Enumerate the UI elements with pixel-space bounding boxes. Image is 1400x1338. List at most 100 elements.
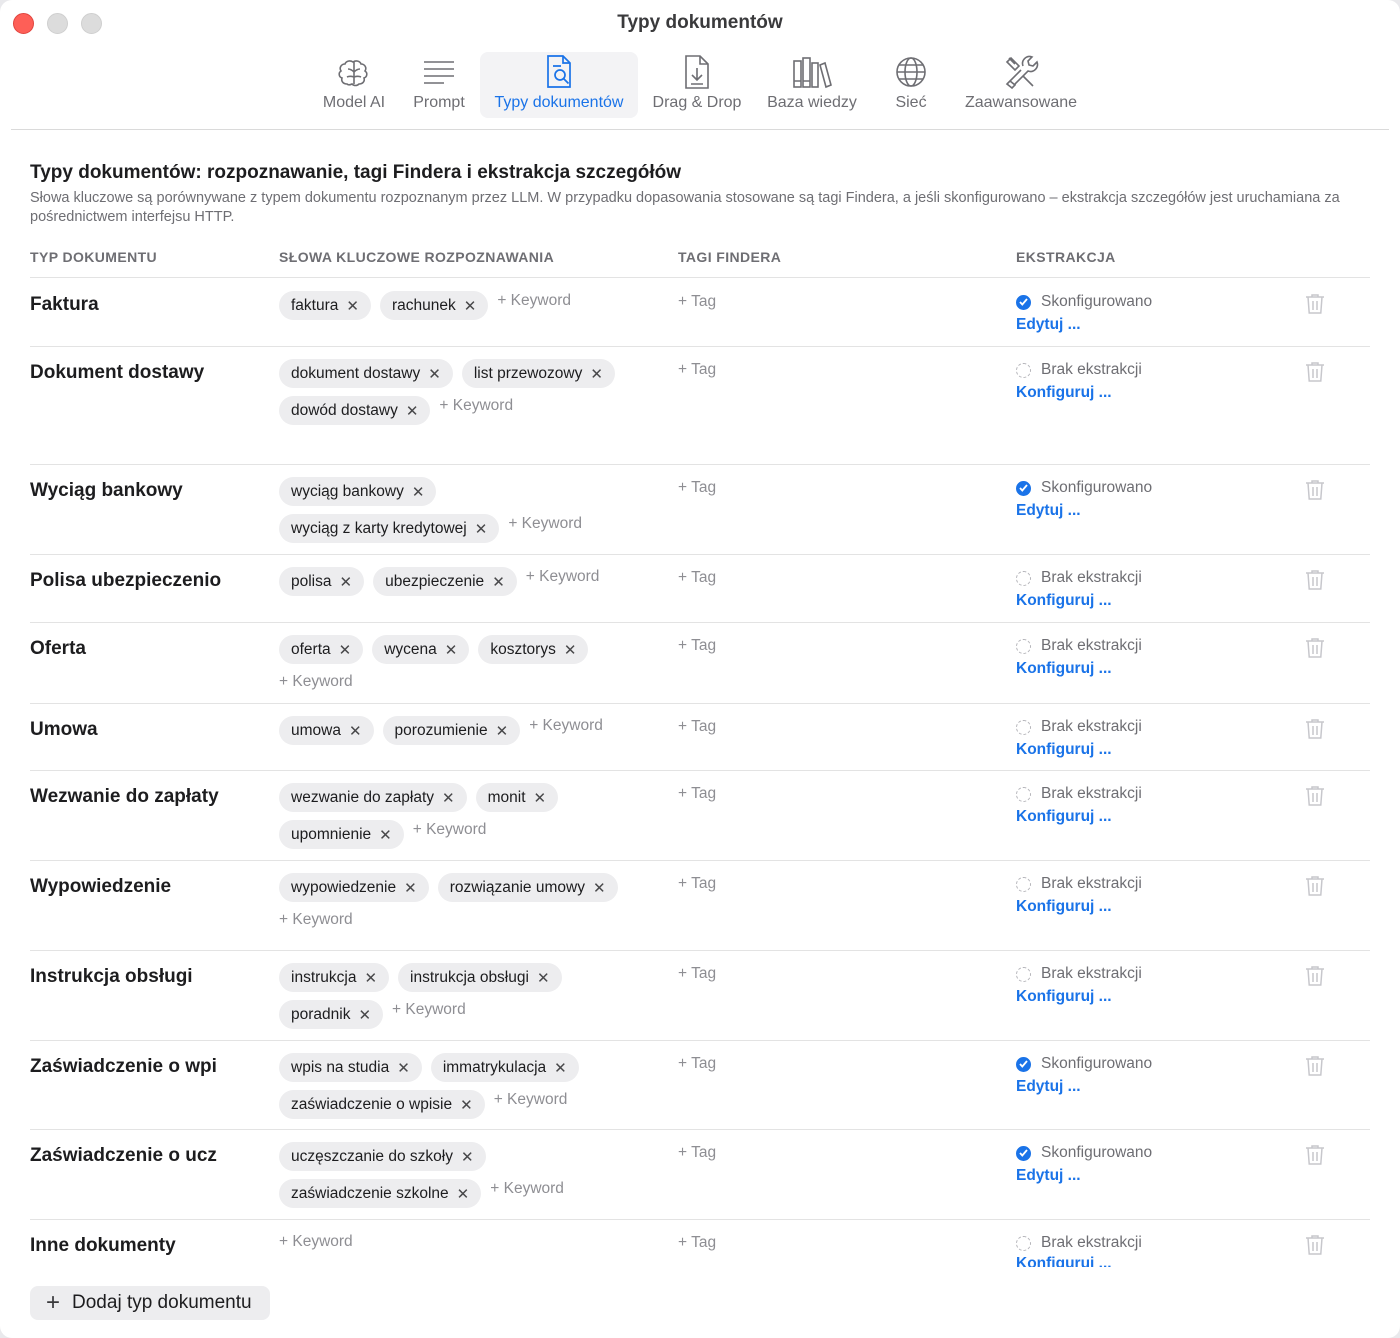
configure-extraction-link[interactable]: Konfiguruj ... xyxy=(1016,1255,1112,1267)
edit-extraction-link[interactable]: Edytuj ... xyxy=(1016,502,1081,520)
trash-icon[interactable] xyxy=(1305,361,1327,385)
add-keyword-button[interactable]: + Keyword xyxy=(439,396,513,425)
remove-keyword-icon[interactable]: ✕ xyxy=(358,1006,371,1024)
add-tag-button[interactable]: + Tag xyxy=(678,1055,716,1073)
add-keyword-button[interactable]: + Keyword xyxy=(279,910,353,939)
document-type-name[interactable]: Wyciąg bankowy xyxy=(30,480,183,502)
document-type-name[interactable]: Inne dokumenty xyxy=(30,1235,176,1257)
edit-extraction-link[interactable]: Edytuj ... xyxy=(1016,1078,1081,1096)
add-keyword-button[interactable]: + Keyword xyxy=(497,291,571,320)
configure-extraction-link[interactable]: Konfiguruj ... xyxy=(1016,660,1112,678)
document-type-name[interactable]: Faktura xyxy=(30,294,99,316)
document-type-name[interactable]: Polisa ubezpieczenio xyxy=(30,570,221,592)
add-keyword-button[interactable]: + Keyword xyxy=(494,1090,568,1119)
remove-keyword-icon[interactable]: ✕ xyxy=(397,1059,410,1077)
trash-icon[interactable] xyxy=(1305,293,1327,317)
toolbar-tab-prompt[interactable]: Prompt xyxy=(402,52,476,118)
remove-keyword-icon[interactable]: ✕ xyxy=(346,297,359,315)
remove-keyword-icon[interactable]: ✕ xyxy=(445,641,458,659)
toolbar-tab-typy-dokumentów[interactable]: Typy dokumentów xyxy=(480,52,638,118)
add-tag-button[interactable]: + Tag xyxy=(678,875,716,893)
remove-keyword-icon[interactable]: ✕ xyxy=(564,641,577,659)
remove-keyword-icon[interactable]: ✕ xyxy=(340,573,353,591)
remove-keyword-icon[interactable]: ✕ xyxy=(461,1148,474,1166)
remove-keyword-icon[interactable]: ✕ xyxy=(464,297,477,315)
add-tag-button[interactable]: + Tag xyxy=(678,569,716,587)
remove-keyword-icon[interactable]: ✕ xyxy=(428,365,441,383)
document-type-name[interactable]: Zaświadczenie o wpi xyxy=(30,1056,217,1078)
add-keyword-button[interactable]: + Keyword xyxy=(413,820,487,849)
document-type-name[interactable]: Wypowiedzenie xyxy=(30,876,171,898)
add-tag-button[interactable]: + Tag xyxy=(678,361,716,379)
add-tag-button[interactable]: + Tag xyxy=(678,1144,716,1162)
remove-keyword-icon[interactable]: ✕ xyxy=(404,879,417,897)
trash-icon[interactable] xyxy=(1305,1055,1327,1079)
remove-keyword-icon[interactable]: ✕ xyxy=(406,402,419,420)
configure-extraction-link[interactable]: Konfiguruj ... xyxy=(1016,592,1112,610)
toolbar-tab-zaawansowane[interactable]: Zaawansowane xyxy=(955,52,1087,118)
toolbar-tab-sieć[interactable]: Sieć xyxy=(880,52,942,118)
trash-icon[interactable] xyxy=(1305,479,1327,503)
remove-keyword-icon[interactable]: ✕ xyxy=(442,789,455,807)
keyword-chip-label: uczęszczanie do szkoły xyxy=(291,1147,453,1165)
add-keyword-button[interactable]: + Keyword xyxy=(279,672,353,701)
toolbar-tab-model-ai[interactable]: Model AI xyxy=(308,52,400,118)
remove-keyword-icon[interactable]: ✕ xyxy=(349,722,362,740)
keyword-chip: oferta ✕ xyxy=(279,635,364,664)
document-type-name[interactable]: Dokument dostawy xyxy=(30,362,204,384)
remove-keyword-icon[interactable]: ✕ xyxy=(534,789,547,807)
trash-icon[interactable] xyxy=(1305,637,1327,661)
document-type-name[interactable]: Instrukcja obsługi xyxy=(30,966,193,988)
remove-keyword-icon[interactable]: ✕ xyxy=(593,879,606,897)
remove-keyword-icon[interactable]: ✕ xyxy=(492,573,505,591)
add-keyword-button[interactable]: + Keyword xyxy=(526,567,600,596)
trash-icon[interactable] xyxy=(1305,785,1327,809)
table-row: Oferta oferta ✕ wycena ✕ kosztorys ✕ + Keyword +… xyxy=(30,623,1370,704)
remove-keyword-icon[interactable]: ✕ xyxy=(590,365,603,383)
edit-extraction-link[interactable]: Edytuj ... xyxy=(1016,1167,1081,1185)
document-type-name[interactable]: Umowa xyxy=(30,719,98,741)
add-tag-button[interactable]: + Tag xyxy=(678,718,716,736)
trash-icon[interactable] xyxy=(1305,875,1327,899)
configure-extraction-link[interactable]: Konfiguruj ... xyxy=(1016,988,1112,1006)
configure-extraction-link[interactable]: Konfiguruj ... xyxy=(1016,808,1112,826)
add-keyword-button[interactable]: + Keyword xyxy=(529,716,603,745)
remove-keyword-icon[interactable]: ✕ xyxy=(554,1059,567,1077)
add-document-type-button[interactable]: + Dodaj typ dokumentu xyxy=(30,1286,270,1320)
trash-icon[interactable] xyxy=(1305,1234,1327,1258)
trash-icon[interactable] xyxy=(1305,569,1327,593)
toolbar-tab-drag-drop[interactable]: Drag & Drop xyxy=(643,52,751,118)
add-tag-button[interactable]: + Tag xyxy=(678,1234,716,1252)
trash-icon[interactable] xyxy=(1305,718,1327,742)
add-keyword-button[interactable]: + Keyword xyxy=(508,514,582,543)
remove-keyword-icon[interactable]: ✕ xyxy=(475,520,488,538)
add-tag-button[interactable]: + Tag xyxy=(678,637,716,655)
add-tag-button[interactable]: + Tag xyxy=(678,479,716,497)
edit-extraction-link[interactable]: Edytuj ... xyxy=(1016,316,1081,334)
remove-keyword-icon[interactable]: ✕ xyxy=(496,722,509,740)
add-keyword-button[interactable]: + Keyword xyxy=(279,1232,353,1261)
document-type-name[interactable]: Wezwanie do zapłaty xyxy=(30,786,219,808)
configure-extraction-link[interactable]: Konfiguruj ... xyxy=(1016,384,1112,402)
trash-icon[interactable] xyxy=(1305,965,1327,989)
add-tag-button[interactable]: + Tag xyxy=(678,785,716,803)
document-type-name[interactable]: Oferta xyxy=(30,638,86,660)
add-tag-button[interactable]: + Tag xyxy=(678,293,716,311)
remove-keyword-icon[interactable]: ✕ xyxy=(379,826,392,844)
trash-icon[interactable] xyxy=(1305,1144,1327,1168)
toolbar-tab-baza-wiedzy[interactable]: Baza wiedzy xyxy=(757,52,867,118)
remove-keyword-icon[interactable]: ✕ xyxy=(460,1096,473,1114)
table-row: Umowa umowa ✕ porozumienie ✕ + Keyword + Tag Br… xyxy=(30,704,1370,771)
remove-keyword-icon[interactable]: ✕ xyxy=(412,483,425,501)
remove-keyword-icon[interactable]: ✕ xyxy=(537,969,550,987)
remove-keyword-icon[interactable]: ✕ xyxy=(457,1185,470,1203)
add-keyword-button[interactable]: + Keyword xyxy=(392,1000,466,1029)
document-type-name[interactable]: Zaświadczenie o ucz xyxy=(30,1145,217,1167)
keyword-chip-label: wpis na studia xyxy=(291,1058,390,1076)
add-keyword-button[interactable]: + Keyword xyxy=(490,1179,564,1208)
remove-keyword-icon[interactable]: ✕ xyxy=(364,969,377,987)
remove-keyword-icon[interactable]: ✕ xyxy=(339,641,352,659)
configure-extraction-link[interactable]: Konfiguruj ... xyxy=(1016,741,1112,759)
configure-extraction-link[interactable]: Konfiguruj ... xyxy=(1016,898,1112,916)
add-tag-button[interactable]: + Tag xyxy=(678,965,716,983)
